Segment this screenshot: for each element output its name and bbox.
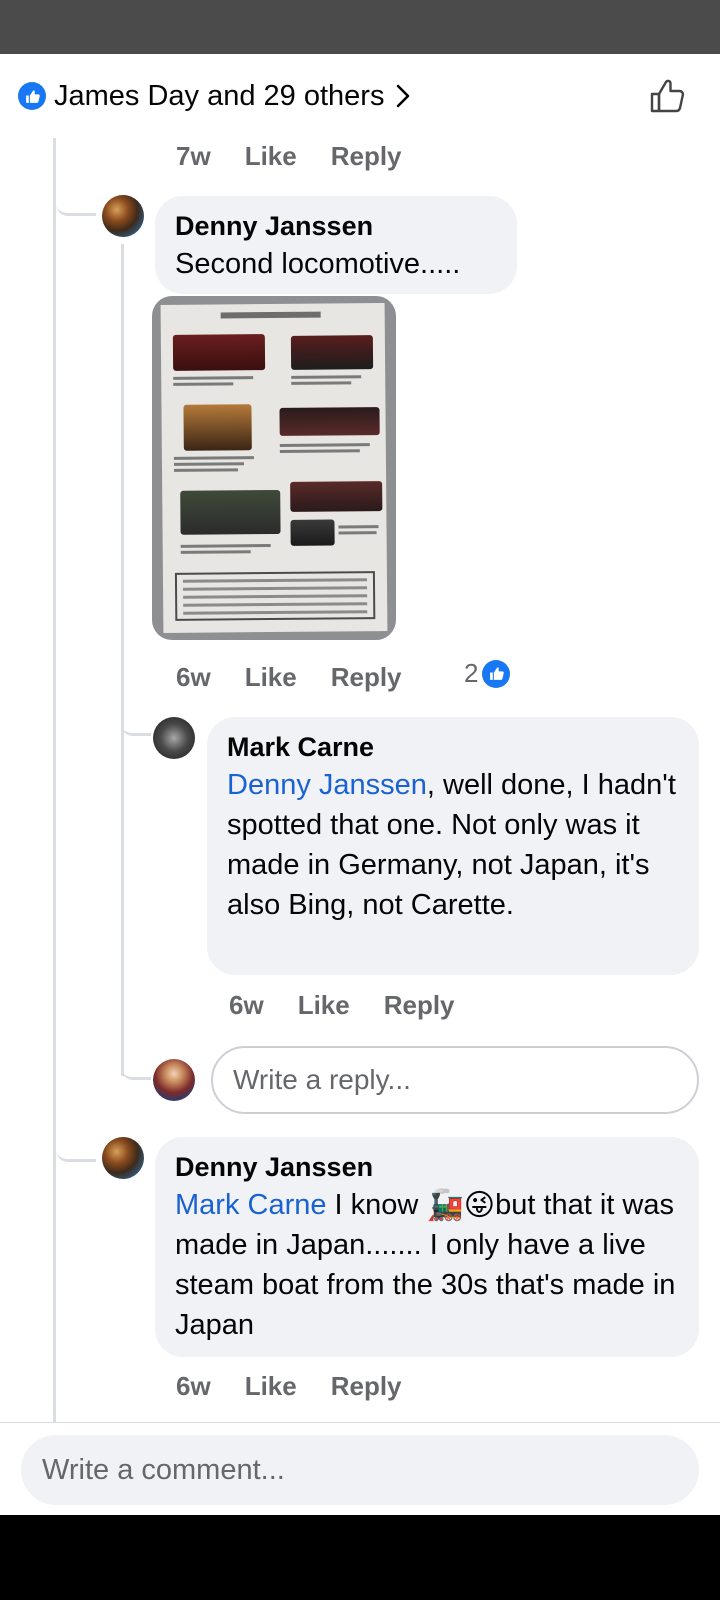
reaction-count[interactable]: 2 (464, 658, 511, 689)
comment-text: Mark Carne I know 🚂😜but that it was made… (175, 1185, 679, 1345)
reply-button[interactable]: Reply (331, 141, 402, 172)
comment-time: 7w (176, 140, 211, 171)
status-bar (0, 0, 720, 54)
like-button[interactable]: Like (245, 1371, 297, 1402)
comment-body: I know (326, 1189, 427, 1221)
comment-author[interactable]: Denny Janssen (175, 208, 497, 244)
like-button[interactable]: Like (298, 990, 350, 1021)
comment-photo[interactable] (152, 296, 396, 640)
comment-bubble: Denny Janssen Mark Carne I know 🚂😜but th… (155, 1137, 699, 1357)
like-button[interactable]: Like (245, 141, 297, 172)
comment-author[interactable]: Mark Carne (227, 729, 679, 765)
reply-button[interactable]: Reply (384, 990, 455, 1021)
comment-bubble: Denny Janssen Second locomotive..... (155, 196, 517, 294)
comment-input[interactable]: Write a comment... (21, 1435, 699, 1505)
thread-connector (121, 1062, 151, 1080)
thumbs-up-outline-icon[interactable] (648, 77, 686, 115)
reply-button[interactable]: Reply (331, 662, 402, 693)
comment-actions: 6w Like Reply (176, 1368, 436, 1404)
reactions-summary-link[interactable]: James Day and 29 others (18, 78, 414, 114)
divider (0, 1422, 720, 1423)
mention-link[interactable]: Mark Carne (175, 1189, 327, 1221)
comment-actions: 6w Like Reply (176, 659, 436, 695)
comment-time: 6w (176, 661, 211, 692)
reply-button[interactable]: Reply (331, 1371, 402, 1402)
photo-document (160, 303, 388, 633)
mention-link[interactable]: Denny Janssen (227, 769, 427, 801)
thread-connector (121, 716, 151, 736)
avatar[interactable] (102, 195, 144, 237)
thread-line-replies (121, 244, 124, 1076)
comment-bubble: Mark Carne Denny Janssen, well done, I h… (207, 717, 699, 975)
avatar[interactable] (153, 717, 195, 759)
thread-connector (56, 196, 96, 216)
avatar[interactable] (102, 1137, 144, 1179)
thread-line-root (53, 138, 56, 1422)
like-icon (18, 82, 46, 110)
emoji: 🚂😜 (426, 1189, 496, 1223)
like-icon (482, 659, 511, 688)
reactions-summary-text: James Day and 29 others (54, 79, 385, 112)
comment-time: 6w (176, 1370, 211, 1401)
comment-actions: 7w Like Reply (176, 138, 436, 174)
comment-author[interactable]: Denny Janssen (175, 1149, 679, 1185)
system-navigation-bar (0, 1515, 720, 1600)
comment-text: Denny Janssen, well done, I hadn't spott… (227, 765, 679, 925)
comment-actions: 6w Like Reply (229, 987, 489, 1023)
reaction-count-number: 2 (464, 658, 479, 688)
comment-time: 6w (229, 989, 264, 1020)
chevron-right-icon (397, 84, 410, 108)
reply-input[interactable]: Write a reply... (211, 1046, 699, 1114)
like-button[interactable]: Like (245, 662, 297, 693)
avatar (153, 1059, 195, 1101)
comment-text: Second locomotive..... (175, 248, 461, 280)
thread-connector (56, 1144, 96, 1162)
